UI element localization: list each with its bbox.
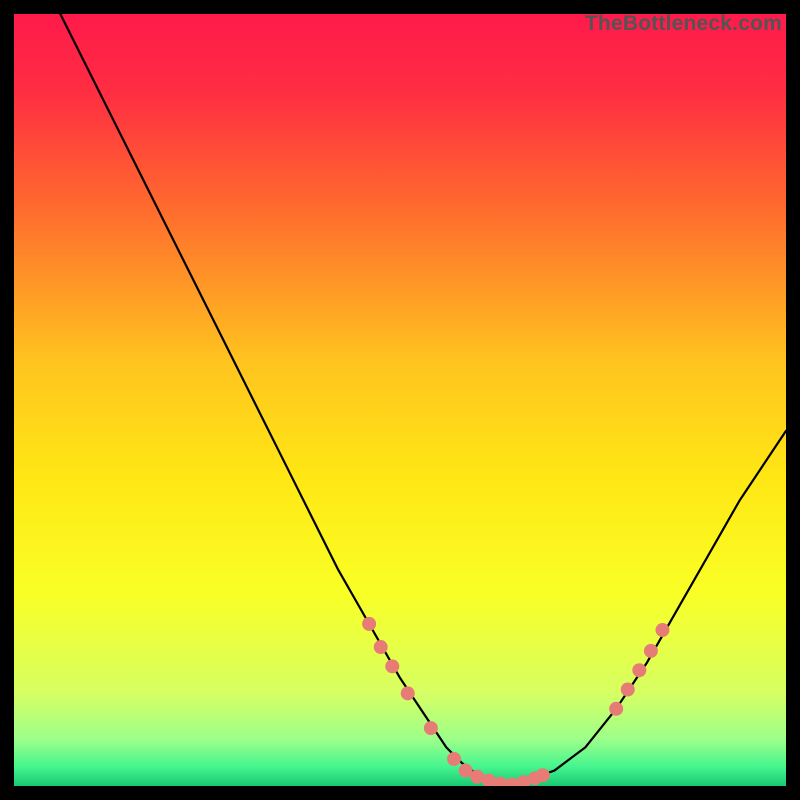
highlight-dot	[536, 768, 550, 782]
chart-background	[14, 14, 786, 786]
highlight-dot	[621, 683, 635, 697]
watermark-text: TheBottleneck.com	[585, 12, 782, 36]
bottleneck-chart	[14, 14, 786, 786]
highlight-dot	[655, 623, 669, 637]
chart-frame: TheBottleneck.com	[14, 14, 786, 786]
highlight-dot	[644, 644, 658, 658]
highlight-dot	[362, 617, 376, 631]
highlight-dot	[424, 721, 438, 735]
highlight-dot	[447, 752, 461, 766]
highlight-dot	[374, 640, 388, 654]
highlight-dot	[401, 686, 415, 700]
highlight-dot	[609, 702, 623, 716]
highlight-dot	[385, 659, 399, 673]
highlight-dot	[632, 663, 646, 677]
